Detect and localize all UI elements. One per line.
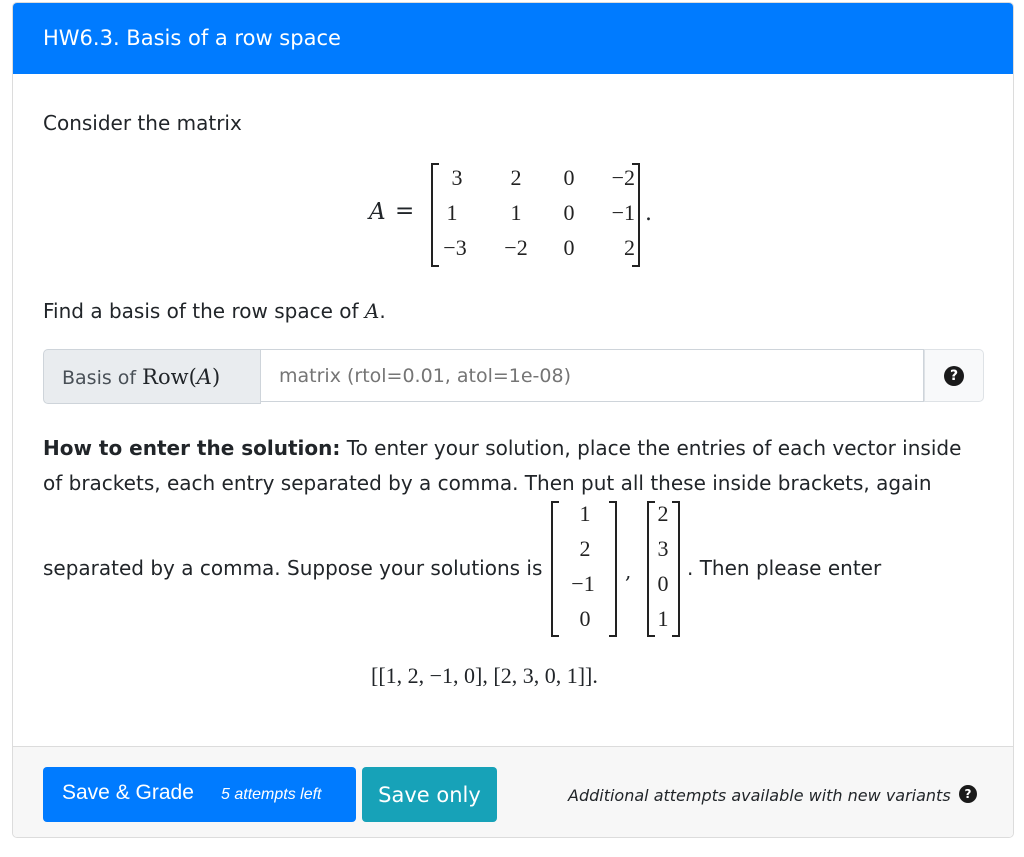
prompt-var: A [364,299,380,323]
label-close: ) [211,365,221,389]
matrix-cell: 2 [510,165,522,190]
instructions-line3-prefix: separated by a comma. Suppose your solut… [43,556,543,580]
additional-attempts-note: Additional attempts available with new v… [568,786,951,805]
vector-cell: 0 [657,571,669,596]
matrix-name: A [369,199,386,225]
example-vector-2: 2 3 0 1 [647,501,687,637]
answer-label-text: Basis of Row(A) [62,365,220,389]
label-math: Row( [142,365,197,389]
card-header: HW6.3. Basis of a row space [13,3,1013,74]
prompt-suffix: . [379,299,386,323]
matrix-cell: 1 [510,200,522,225]
answer-input-group: Basis of Row(A) ? [43,349,986,404]
matrix-a: A = 3 2 0 −2 1 1 0 −1 −3 −2 0 2 . [363,161,663,269]
instructions-line2: of brackets, each entry separated by a c… [43,471,932,495]
question-circle-icon[interactable]: ? [959,785,977,803]
instructions-line3-suffix: . Then please enter [687,556,882,580]
label-var: A [196,365,212,389]
example-answer: [[1, 2, −1, 0], [2, 3, 0, 1]]. [371,663,598,688]
answer-input[interactable] [260,349,924,402]
matrix-cell: −2 [611,165,635,190]
attempts-left: 5 attempts left [221,786,322,803]
matrix-cell: 0 [563,200,575,225]
vector-cell: 2 [657,501,669,526]
instructions-text1: To enter your solution, place the entrie… [340,436,962,460]
matrix-cell: 3 [451,165,463,190]
save-and-grade-button[interactable]: Save & Grade 5 attempts left [43,767,356,822]
label-text: Basis of [62,367,143,389]
question-title: HW6.3. Basis of a row space [43,26,341,50]
vector-cell: 1 [579,501,591,526]
save-only-button[interactable]: Save only [362,767,497,822]
prompt-text: Find a basis of the row space of A. [43,299,386,323]
matrix-period: . [645,201,652,226]
right-bracket [609,501,617,637]
matrix-cell: −2 [504,235,528,260]
question-circle-icon: ? [944,366,964,386]
vector-cell: 0 [579,606,591,631]
matrix-cell: 1 [446,200,458,225]
prompt-prefix: Find a basis of the row space of [43,299,365,323]
example-vector-1: 1 2 −1 0 [551,501,621,637]
matrix-cell: −3 [443,235,467,260]
intro-text: Consider the matrix [43,111,242,135]
question-card: HW6.3. Basis of a row space Consider the… [12,2,1014,838]
vector-cell: −1 [571,571,595,596]
help-button[interactable]: ? [924,349,984,402]
vector-comma: , [625,559,632,583]
vector-cell: 1 [657,606,669,631]
card-footer: Save & Grade 5 attempts left Save only A… [13,746,1013,837]
matrix-cell: −1 [611,200,635,225]
matrix-cell: 0 [563,165,575,190]
vector-cell: 2 [579,536,591,561]
matrix-cell: 2 [624,235,635,260]
equals-sign: = [395,198,415,224]
grade-button-label: Save & Grade [62,781,194,804]
instructions-lead: How to enter the solution: [43,436,341,460]
vector-cell: 3 [657,536,669,561]
instructions-line1: How to enter the solution: To enter your… [43,436,961,460]
answer-label: Basis of Row(A) [43,349,261,404]
left-bracket [551,501,559,637]
matrix-cell: 0 [563,235,575,260]
